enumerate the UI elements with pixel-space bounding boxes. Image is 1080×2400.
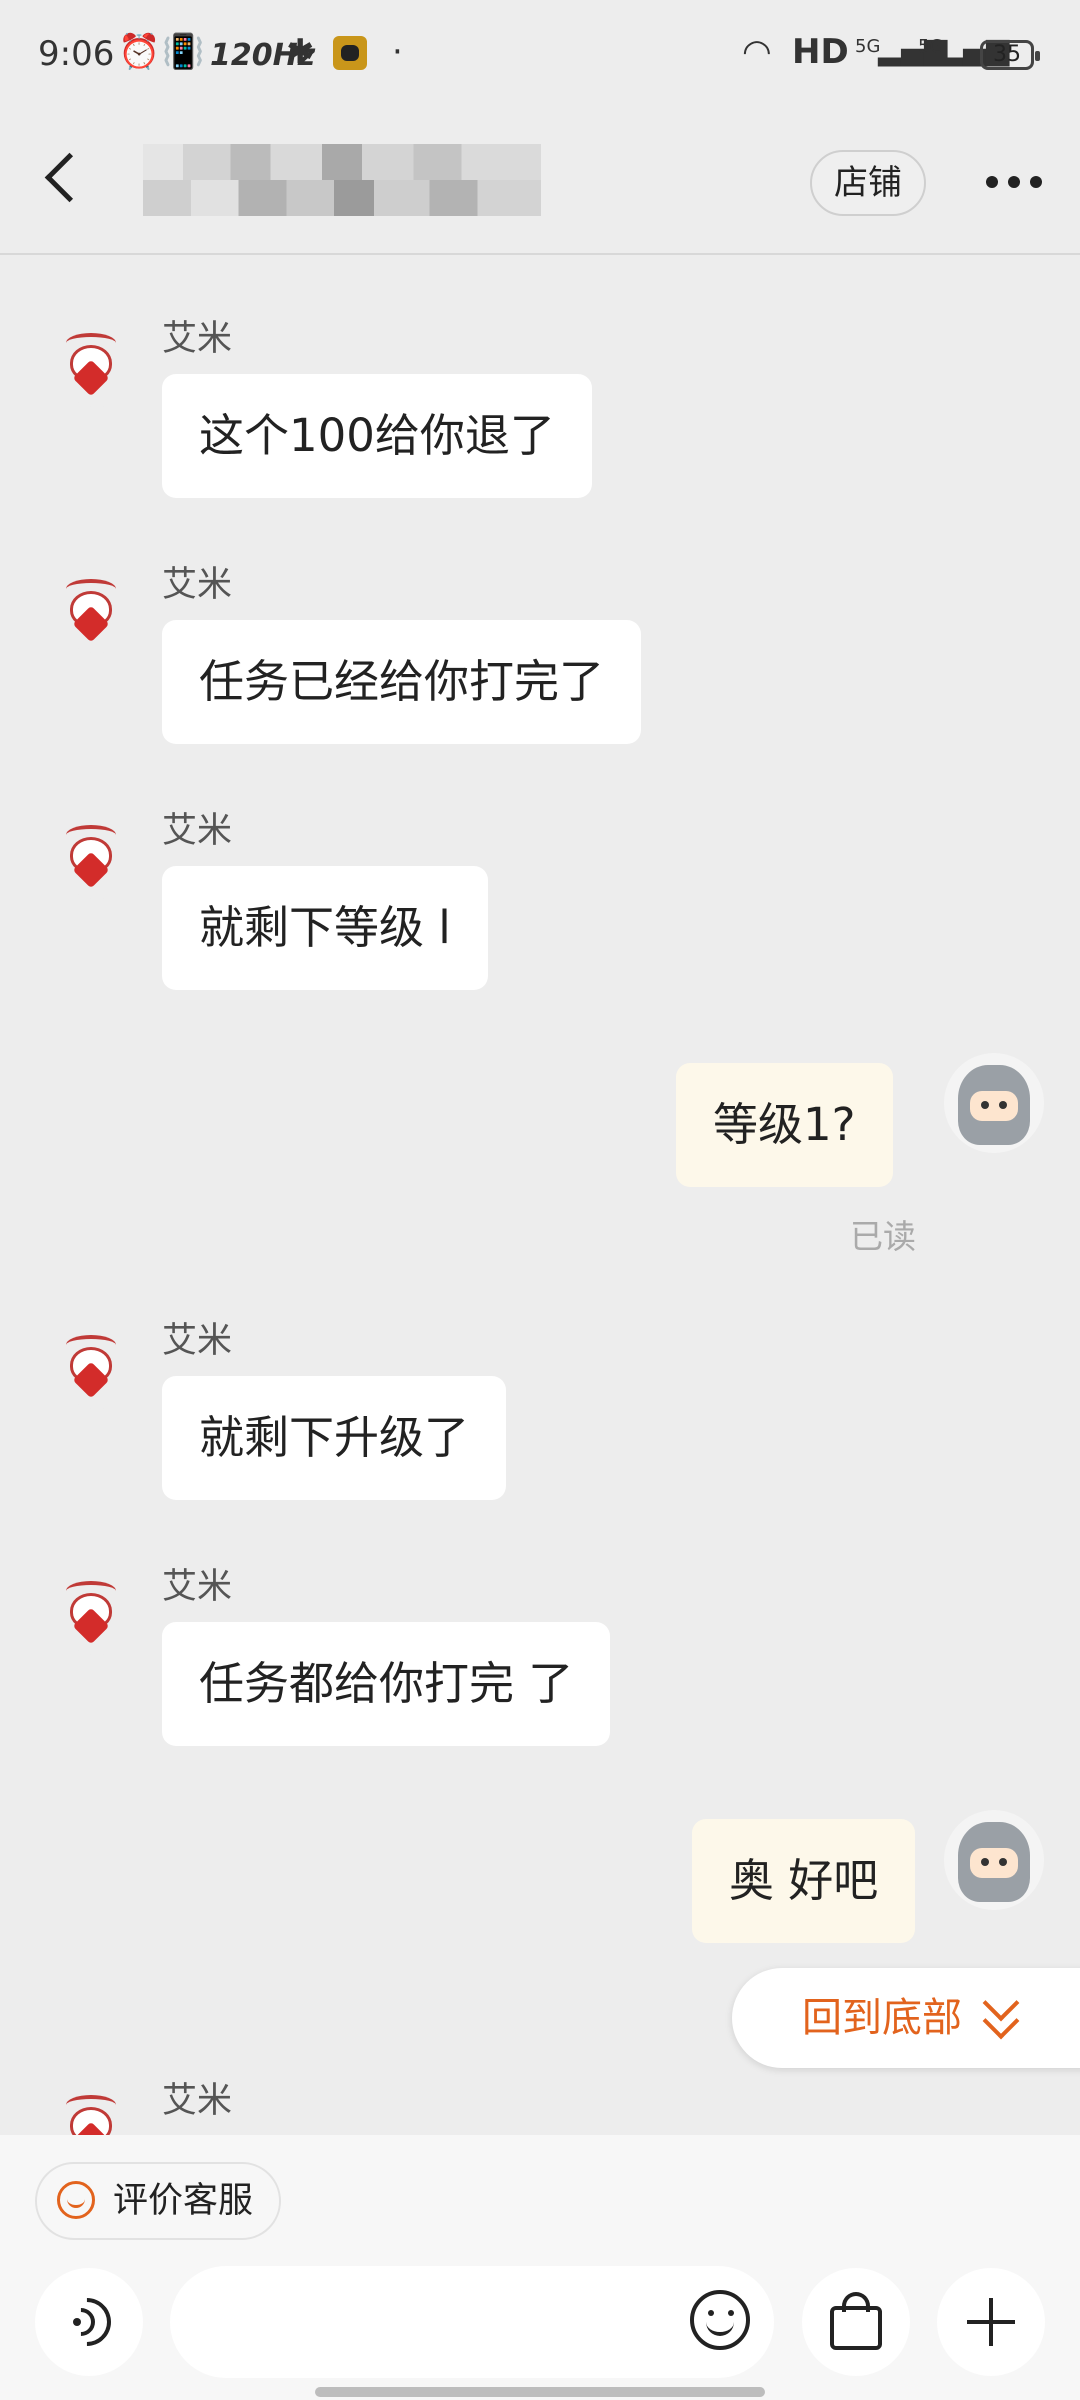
store-button[interactable]: 店铺 [810, 150, 926, 216]
bottom-toolbar: 评价客服 [0, 2135, 1080, 2400]
chevrons-down-icon [980, 1984, 1020, 2040]
bluetooth-icon: ✱ [286, 32, 315, 72]
status-time: 9:06 [38, 34, 115, 74]
app-notification-icon [333, 36, 367, 70]
message-bubble[interactable]: 奥 好吧 [692, 1819, 916, 1943]
message-input[interactable] [170, 2266, 774, 2378]
sender-name: 艾米 [162, 1567, 233, 1607]
back-icon[interactable] [44, 152, 95, 203]
seller-avatar[interactable] [56, 1573, 138, 1655]
rate-service-label: 评价客服 [113, 2181, 254, 2221]
network-label: HD [792, 32, 849, 72]
shop-name-redacted[interactable] [143, 144, 541, 216]
notification-dot-icon: · [392, 32, 403, 72]
battery-indicator: 35 [980, 40, 1040, 70]
back-to-bottom-label: 回到底部 [802, 1995, 962, 2041]
seller-avatar[interactable] [56, 571, 138, 653]
back-to-bottom-button[interactable]: 回到底部 [732, 1968, 1080, 2068]
message-bubble[interactable]: 任务已经给你打完了 [162, 620, 642, 744]
wifi-icon: ◠ [742, 32, 772, 72]
home-indicator[interactable] [315, 2387, 765, 2397]
alarm-icon: ⏰ [118, 32, 161, 72]
sender-name: 艾米 [162, 2081, 233, 2121]
seller-avatar[interactable] [56, 1327, 138, 1409]
emoji-icon[interactable] [690, 2290, 750, 2350]
chat-area[interactable]: 艾米 这个100给你退了 艾米 任务已经给你打完了 艾米 就剩下等级 l 等级1… [0, 255, 1080, 2135]
signal-1-label: 5G [855, 36, 881, 57]
sender-name: 艾米 [162, 319, 233, 359]
user-avatar[interactable] [944, 1810, 1044, 1910]
status-bar: 9:06 ⏰ 📳 120Hz ✱ · ◠ HD 5G ▂▄▆ 5G ▂▄▆ 35 [0, 0, 1080, 110]
more-icon[interactable] [986, 176, 1046, 188]
message-bubble[interactable]: 就剩下升级了 [162, 1376, 507, 1500]
smile-icon [57, 2181, 95, 2219]
user-avatar[interactable] [944, 1053, 1044, 1153]
sender-name: 艾米 [162, 1321, 233, 1361]
chat-header: 店铺 [0, 110, 1080, 255]
message-bubble[interactable]: 任务都给你打完 了 [162, 1622, 611, 1746]
sender-name: 艾米 [162, 811, 233, 851]
rate-service-button[interactable]: 评价客服 [35, 2162, 281, 2240]
message-bubble[interactable]: 等级1? [676, 1063, 893, 1187]
seller-avatar[interactable] [56, 325, 138, 407]
bag-icon[interactable] [802, 2268, 910, 2376]
vibrate-icon: 📳 [162, 32, 205, 72]
plus-icon[interactable] [937, 2268, 1045, 2376]
sender-name: 艾米 [162, 565, 233, 605]
voice-icon[interactable] [35, 2268, 143, 2376]
read-status: 已读 [850, 1217, 916, 1256]
seller-avatar[interactable] [56, 817, 138, 899]
message-bubble[interactable]: 这个100给你退了 [162, 374, 592, 498]
seller-avatar[interactable] [56, 2087, 138, 2135]
message-bubble[interactable]: 就剩下等级 l [162, 866, 488, 990]
